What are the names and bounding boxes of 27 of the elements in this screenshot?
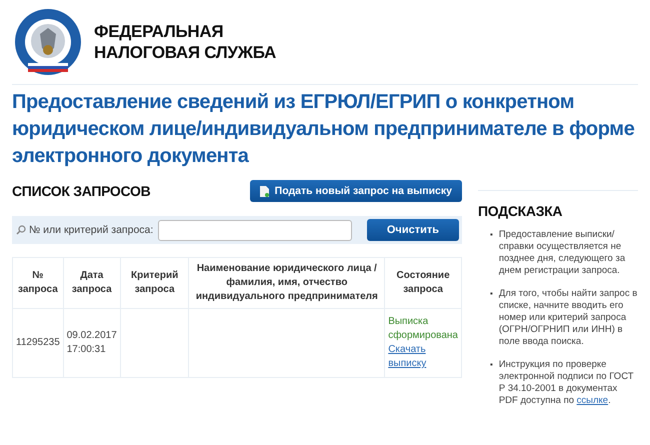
search-field[interactable] (158, 220, 352, 240)
column-header: Дата запроса (63, 258, 120, 308)
column-header: Наименование юридического лица / фамилия, имя, отчество индивидуального предпринимателя (188, 258, 385, 308)
section-heading: СПИСОК ЗАПРОСОВ (12, 183, 150, 199)
document-icon (260, 186, 269, 196)
bullet-marker: ▪ (490, 359, 493, 371)
column-header: Критерий запроса (120, 258, 189, 308)
page-title: Предоставление сведений из ЕГРЮЛ/ЕГРИП о конкретном юридическом лице/индивидуальном предпринимателе в форме электронного документа (12, 90, 636, 169)
emblem-logo (14, 8, 82, 76)
request-date-cell: 09.02.2017 17:00:31 (63, 308, 120, 378)
hint-text: Предоставление выписки/ справки осуществляется не позднее дня, следующего за днем регистрации запроса. (498, 229, 626, 277)
download-link[interactable]: Скачать выписку (388, 343, 458, 371)
status-text: Выписка сформирована (388, 315, 458, 343)
search-icon (16, 225, 26, 235)
new-request-button[interactable]: Подать новый запрос на выписку (250, 180, 462, 202)
hint-text: Инструкция по проверке электронной подписи по ГОСТ Р 34.10-2001 в документах PDF доступна по ссылке. (498, 359, 635, 407)
instruction-link[interactable]: ссылке (576, 395, 608, 406)
hint-text: Для того, чтобы найти запрос в списке, начните вводить его номер или критерий запроса (ОГРН/ОГРНИП или ИНН) в поле ввода поиска. (498, 288, 638, 348)
bullet-marker: ▪ (490, 229, 493, 241)
column-header: № запроса (12, 258, 64, 308)
column-header: Состояние запроса (384, 258, 462, 308)
search-label: № или критерий запроса: (29, 224, 154, 236)
request-number-cell: 11295235 (12, 308, 64, 378)
bullet-marker: ▪ (490, 288, 493, 300)
clear-button[interactable]: Очистить (366, 219, 459, 241)
hint-heading: ПОДСКАЗКА (478, 203, 564, 219)
organization-name: ФЕДЕРАЛЬНАЯ НАЛОГОВАЯ СЛУЖБА (94, 21, 276, 63)
